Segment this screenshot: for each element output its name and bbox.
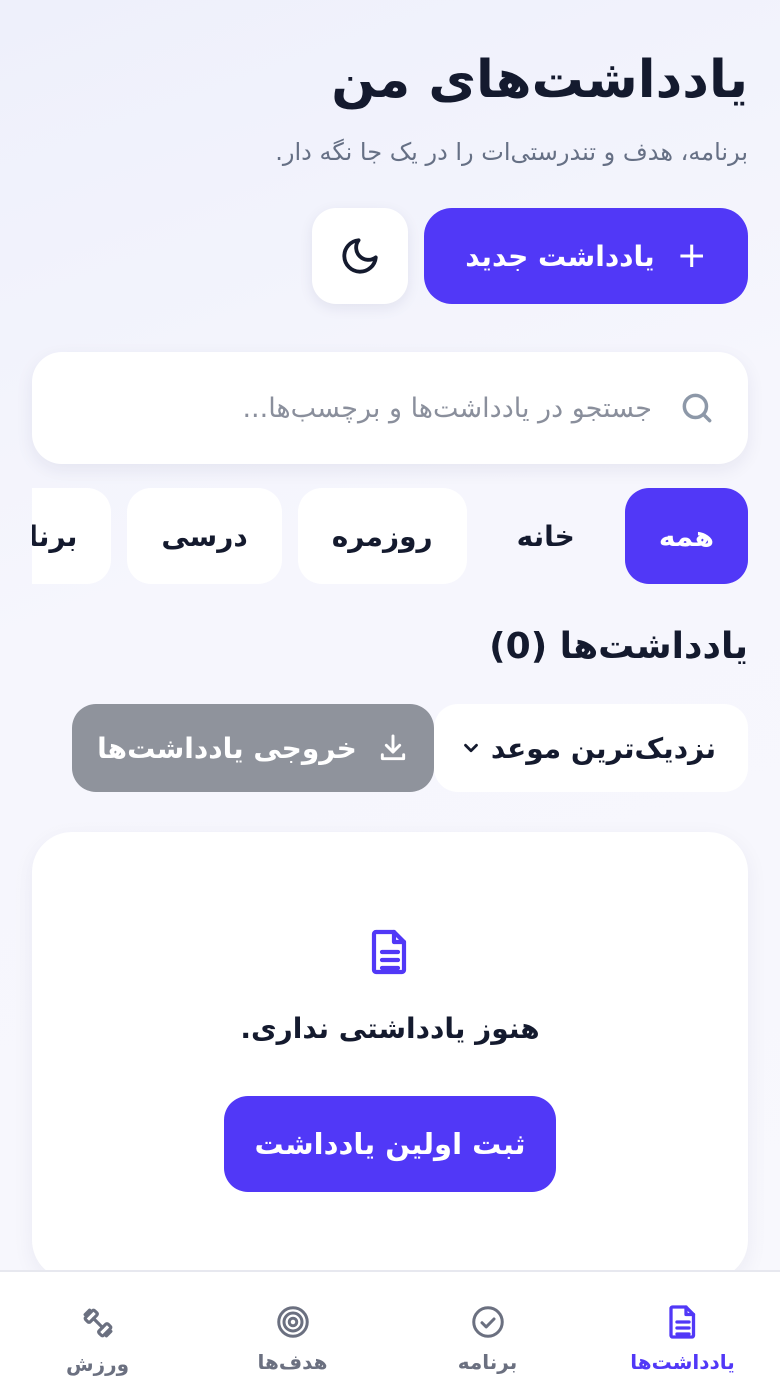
filter-chip-study[interactable]: درسی — [127, 488, 282, 584]
page-title: یادداشت‌های من — [331, 50, 748, 110]
new-note-button[interactable]: + یادداشت جدید — [424, 208, 748, 304]
search-icon — [682, 393, 712, 423]
check-circle-icon — [471, 1306, 504, 1338]
plus-icon: + — [676, 235, 707, 276]
nav-label-workout: ورزش — [65, 1352, 130, 1376]
export-label: خروجی یادداشت‌ها — [97, 731, 357, 765]
page-subtitle: برنامه، هدف و تندرستی‌ات را در یک جا نگه… — [275, 138, 748, 166]
dumbbell-icon — [83, 1308, 112, 1338]
header-actions: + یادداشت جدید — [312, 208, 748, 304]
nav-item-workout[interactable]: ورزش — [0, 1272, 195, 1400]
new-note-label: یادداشت جدید — [465, 239, 655, 273]
export-notes-button[interactable]: خروجی یادداشت‌ها — [72, 704, 434, 792]
nav-item-notes[interactable]: یادداشت‌ها — [585, 1272, 780, 1400]
search-input[interactable] — [64, 392, 652, 424]
filter-chip-home[interactable]: خانه — [483, 488, 609, 584]
note-icon — [371, 929, 407, 975]
nav-label-notes: یادداشت‌ها — [630, 1350, 735, 1374]
filter-chip-daily[interactable]: روزمره — [297, 488, 467, 584]
create-first-note-button[interactable]: ثبت اولین یادداشت — [224, 1096, 556, 1192]
sort-select[interactable]: نزدیک‌ترین موعد — [434, 704, 748, 792]
list-controls: نزدیک‌ترین موعد خروجی یادداشت‌ها — [72, 704, 748, 792]
notes-count-title: یادداشت‌ها (0) — [489, 626, 748, 667]
chevron-down-icon — [464, 743, 478, 753]
note-icon — [668, 1305, 695, 1339]
nav-item-goals[interactable]: هدف‌ها — [195, 1272, 390, 1400]
search-bar — [32, 352, 748, 464]
empty-state-message: هنوز یادداشتی نداری. — [240, 1012, 540, 1045]
filter-chip-planning[interactable]: برنامه‌ریزی — [32, 488, 112, 584]
nav-item-schedule[interactable]: برنامه — [390, 1272, 585, 1400]
nav-label-goals: هدف‌ها — [257, 1350, 328, 1374]
sort-value: نزدیک‌ترین موعد — [490, 731, 716, 765]
moon-icon — [342, 238, 378, 274]
nav-label-schedule: برنامه — [457, 1350, 518, 1374]
theme-toggle-button[interactable] — [312, 208, 408, 304]
download-icon — [380, 734, 406, 761]
bottom-nav: یادداشت‌ها برنامه هدف‌ها ورزش — [0, 1270, 780, 1400]
empty-state-card: هنوز یادداشتی نداری. ثبت اولین یادداشت — [32, 832, 748, 1280]
filter-chips: همه خانه روزمره درسی برنامه‌ریزی — [32, 488, 748, 584]
target-icon — [276, 1306, 309, 1338]
filter-chip-all[interactable]: همه — [624, 488, 748, 584]
